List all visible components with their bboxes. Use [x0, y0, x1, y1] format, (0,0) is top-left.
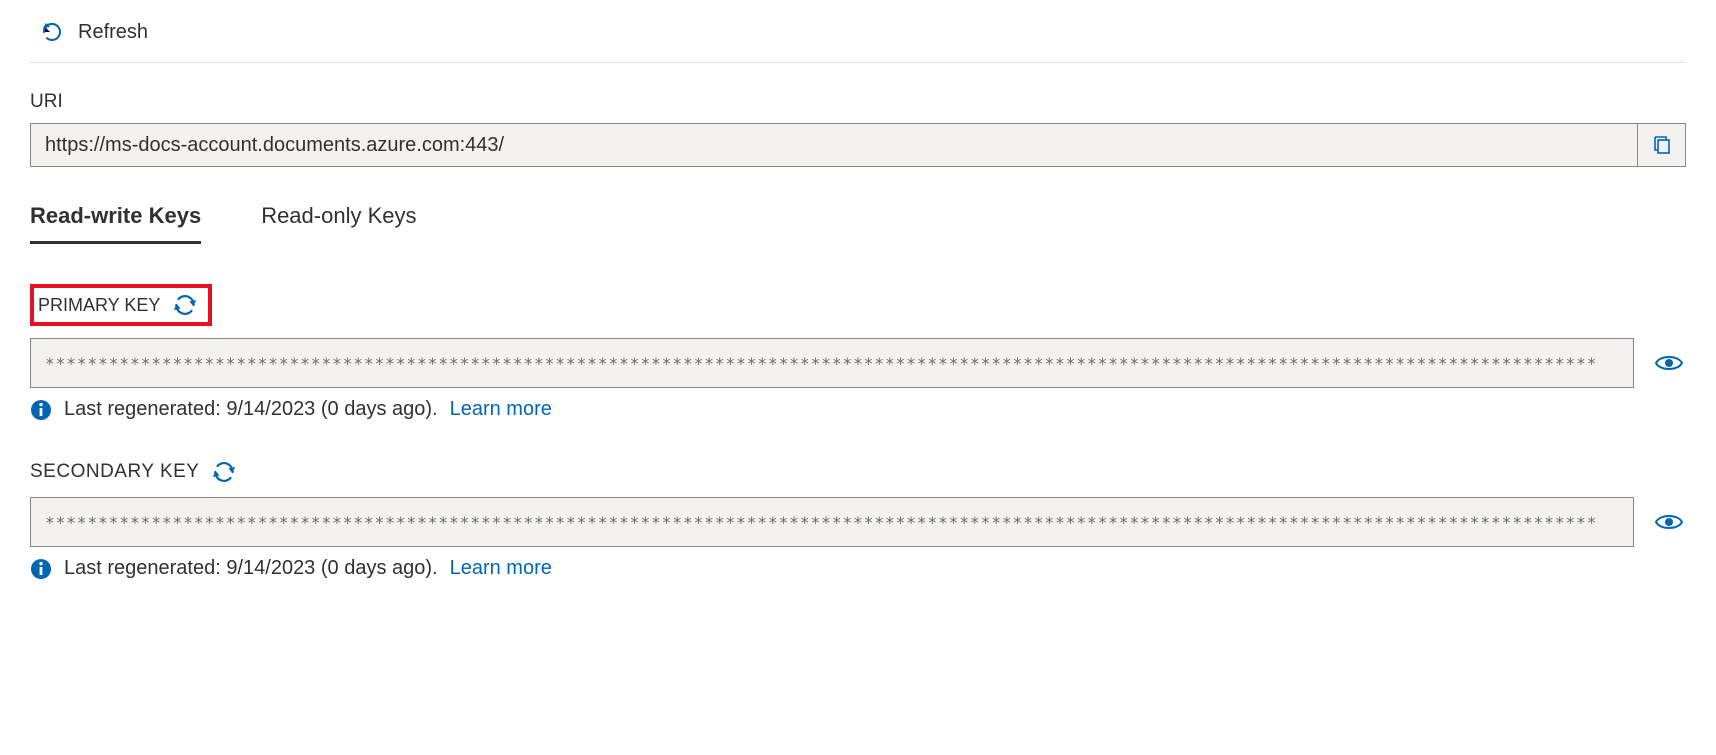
uri-label: URI — [30, 91, 1686, 113]
secondary-key-header: SECONDARY KEY — [30, 459, 237, 485]
regenerate-secondary-key-button[interactable] — [211, 459, 237, 485]
uri-row: https://ms-docs-account.documents.azure.… — [30, 123, 1686, 167]
secondary-key-input[interactable]: ****************************************… — [30, 497, 1634, 547]
show-primary-key-button[interactable] — [1652, 353, 1686, 373]
secondary-key-info: Last regenerated: 9/14/2023 (0 days ago)… — [30, 557, 1686, 580]
eye-icon — [1654, 512, 1684, 532]
secondary-key-learn-more-link[interactable]: Learn more — [450, 557, 552, 580]
refresh-icon[interactable] — [40, 20, 64, 44]
copy-uri-button[interactable] — [1638, 123, 1686, 167]
primary-key-highlight: PRIMARY KEY — [30, 284, 212, 326]
tab-read-only-keys[interactable]: Read-only Keys — [261, 203, 416, 244]
regenerate-primary-key-button[interactable] — [172, 292, 198, 318]
primary-key-row: ****************************************… — [30, 338, 1686, 388]
show-secondary-key-button[interactable] — [1652, 512, 1686, 532]
secondary-key-label: SECONDARY KEY — [30, 461, 199, 483]
secondary-key-last-regen: Last regenerated: 9/14/2023 (0 days ago)… — [64, 557, 438, 580]
primary-key-label: PRIMARY KEY — [38, 295, 160, 316]
copy-icon — [1652, 134, 1672, 156]
tabs: Read-write Keys Read-only Keys — [30, 203, 1686, 244]
primary-key-learn-more-link[interactable]: Learn more — [450, 398, 552, 421]
primary-key-last-regen: Last regenerated: 9/14/2023 (0 days ago)… — [64, 398, 438, 421]
primary-key-input[interactable]: ****************************************… — [30, 338, 1634, 388]
uri-input[interactable]: https://ms-docs-account.documents.azure.… — [30, 123, 1638, 167]
info-icon — [30, 558, 52, 580]
info-icon — [30, 399, 52, 421]
secondary-key-row: ****************************************… — [30, 497, 1686, 547]
refresh-button[interactable]: Refresh — [78, 21, 148, 44]
primary-key-info: Last regenerated: 9/14/2023 (0 days ago)… — [30, 398, 1686, 421]
eye-icon — [1654, 353, 1684, 373]
toolbar: Refresh — [30, 10, 1686, 63]
tab-read-write-keys[interactable]: Read-write Keys — [30, 203, 201, 244]
